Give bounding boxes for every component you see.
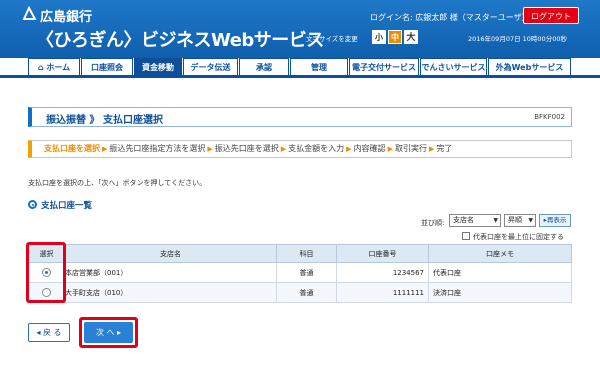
payment-account-table: 選択 支店名 科目 口座番号 口座メモ 本店営業部（001） 普通 123456… (28, 244, 572, 303)
back-button-label: 戻 る (43, 328, 62, 337)
tab-home-label: ホーム (46, 63, 71, 72)
nav-underline (0, 75, 600, 78)
header-account-number[interactable]: 口座番号 (336, 244, 429, 263)
sort-field-select[interactable]: 支店名 ▼ (449, 214, 501, 227)
chevron-left-icon: ◂ (36, 328, 41, 337)
datetime: 2016年09月07日 10時00分00秒 (468, 35, 567, 43)
tab-management[interactable]: 管理 (290, 58, 348, 75)
step-enter-amount: 支払金額を入力 (288, 144, 345, 153)
chevron-down-icon: ▼ (493, 217, 498, 224)
header-type[interactable]: 科目 (276, 244, 337, 263)
next-button[interactable]: 次 へ ▸ (84, 322, 133, 343)
sort-order-value: 昇順 (508, 216, 522, 224)
step-select-payment-account: 支払口座を選択 (44, 144, 100, 153)
tab-densai-service[interactable]: でんさいサービス (420, 58, 487, 75)
fix-primary-label: 代表口座を最上位に固定する (473, 233, 564, 241)
resort-button[interactable]: ▸再表示 (539, 214, 571, 227)
step-arrow-icon: ▶ (346, 145, 352, 153)
resort-button-label: 再表示 (546, 216, 567, 224)
header-bar: 広島銀行 〈ひろぎん〉ビジネスWebサービス ログイン名: 広銀太郎 様（マスタ… (0, 0, 600, 58)
account-number-cell: 1234567 (336, 262, 429, 283)
table-row[interactable]: 本店営業部（001） 普通 1234567 代表口座 (28, 262, 572, 283)
sort-order-select[interactable]: 昇順 ▼ (504, 214, 536, 227)
header-memo: 口座メモ (428, 244, 572, 263)
step-select-recipient-account: 振込先口座を選択 (214, 144, 279, 153)
step-arrow-icon: ▶ (207, 145, 213, 153)
memo-cell: 決済口座 (428, 282, 572, 303)
table-row[interactable]: 大手町支店（010） 普通 1111111 決済口座 (28, 282, 572, 303)
font-size-medium-button[interactable]: 中 (388, 30, 402, 44)
home-icon: ⌂ (37, 63, 44, 72)
chevron-right-icon: ▸ (117, 328, 122, 337)
row-select-cell (28, 282, 65, 303)
account-radio-1[interactable] (42, 268, 51, 277)
tab-account-inquiry[interactable]: 口座照会 (81, 58, 133, 75)
font-size-large-button[interactable]: 大 (404, 30, 418, 44)
account-number-cell: 1111111 (336, 282, 429, 303)
row-select-cell (28, 262, 65, 283)
tab-electronic-delivery[interactable]: 電子交付サービス (349, 58, 419, 75)
page-title-box: 振込振替 》 支払口座選択 BFKF002 (28, 107, 572, 127)
branch-cell: 大手町支店（010） (64, 282, 277, 303)
sort-field-value: 支店名 (453, 216, 474, 224)
main-nav: ⌂ ホーム 口座照会 資金移動 データ伝送 承認 管理 電子交付サービス でんさ… (28, 58, 572, 75)
account-radio-2[interactable] (42, 288, 51, 297)
step-execute: 取引実行 (394, 144, 427, 153)
chevron-down-icon: ▼ (528, 217, 533, 224)
step-arrow-icon: ▶ (280, 145, 287, 153)
instruction-text: 支払口座を選択の上、「次へ」ボタンを押してください。 (28, 179, 207, 187)
type-cell: 普通 (276, 262, 337, 283)
next-button-label: 次 へ (95, 328, 115, 337)
section-bullet-icon (28, 200, 37, 209)
step-arrow-icon: ▶ (428, 145, 435, 153)
branch-cell: 本店営業部（001） (64, 262, 277, 283)
font-size-small-button[interactable]: 小 (372, 30, 386, 44)
tab-forex-web-service[interactable]: 外為Webサービス (488, 58, 571, 75)
font-size-label: 文字サイズを変更 (306, 35, 358, 43)
step-complete: 完了 (436, 144, 453, 153)
login-info: ログイン名: 広銀太郎 様（マスターユーザ） (370, 13, 530, 22)
header-select: 選択 (28, 244, 65, 263)
header-branch[interactable]: 支店名 (64, 244, 277, 263)
bank-logo-icon (22, 6, 37, 20)
section-title-text: 支払口座一覧 (41, 201, 93, 211)
fix-primary-checkbox[interactable] (462, 232, 470, 240)
service-name: 〈ひろぎん〉ビジネスWebサービス (36, 30, 324, 51)
step-select-recipient-method: 振込先口座指定方法を選択 (109, 144, 206, 153)
step-arrow-icon: ▶ (102, 145, 108, 153)
sort-label: 並び順: (421, 219, 445, 227)
screen-id: BFKF002 (534, 113, 565, 121)
tab-approval[interactable]: 承認 (239, 58, 289, 75)
progress-steps: 支払口座を選択 ▶ 振込先口座指定方法を選択 ▶ 振込先口座を選択 ▶ 支払金額を入力 ▶ 内容… (28, 140, 572, 158)
logout-button[interactable]: ログアウト (523, 7, 579, 24)
tab-fund-transfer[interactable]: 資金移動 (134, 58, 182, 75)
table-header-row: 選択 支店名 科目 口座番号 口座メモ (28, 244, 572, 263)
tab-data-transmission[interactable]: データ伝送 (183, 58, 238, 75)
back-button[interactable]: ◂ 戻 る (28, 323, 70, 342)
section-title: 支払口座一覧 (28, 199, 92, 211)
step-arrow-icon: ▶ (387, 145, 393, 153)
tab-home[interactable]: ⌂ ホーム (28, 58, 80, 75)
page-title: 振込振替 》 支払口座選択 (46, 115, 163, 126)
bank-name: 広島銀行 (40, 10, 93, 25)
memo-cell: 代表口座 (428, 262, 572, 283)
fix-primary-account-option[interactable]: 代表口座を最上位に固定する (462, 232, 564, 242)
type-cell: 普通 (276, 282, 337, 303)
step-confirm: 内容確認 (353, 144, 386, 153)
